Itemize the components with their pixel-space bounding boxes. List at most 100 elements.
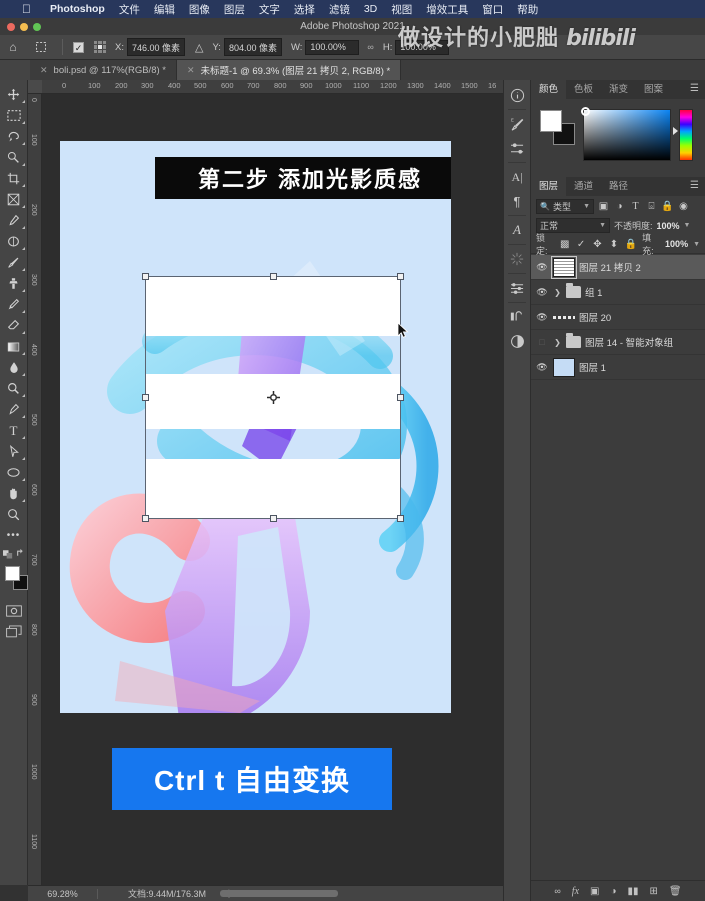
tab-boli-psd[interactable]: ✕ boli.psd @ 117%(RGB/8) *	[30, 60, 177, 80]
menu-plugins[interactable]: 增效工具	[419, 2, 475, 17]
color-field-marker[interactable]	[581, 107, 590, 116]
menu-layer[interactable]: 图层	[217, 2, 252, 17]
layer-thumbnail[interactable]	[553, 307, 575, 327]
free-transform-icon[interactable]	[26, 40, 56, 54]
x-input[interactable]: 746.00 像素	[126, 38, 186, 56]
minimize-button[interactable]	[20, 23, 28, 31]
link-layers-icon[interactable]: ∞	[554, 886, 560, 896]
frame-tool[interactable]	[0, 189, 27, 210]
transform-handle-tr[interactable]	[397, 273, 404, 280]
transform-bounding-box[interactable]	[142, 273, 404, 522]
menu-image[interactable]: 图像	[182, 2, 217, 17]
hand-tool[interactable]	[0, 483, 27, 504]
menu-photoshop[interactable]: Photoshop	[43, 3, 112, 15]
table-row[interactable]: 👁 图层 1	[531, 355, 705, 380]
eye-icon[interactable]: 👁	[535, 312, 549, 323]
link-aspect-icon[interactable]: ∞	[367, 42, 373, 52]
table-row[interactable]: 👁 图层 20	[531, 305, 705, 330]
paragraph-panel-icon[interactable]: ¶	[504, 189, 530, 213]
filter-shape-icon[interactable]: ⌻	[645, 201, 658, 212]
home-icon[interactable]: ⌂	[0, 40, 26, 54]
tab-paths[interactable]: 路径	[601, 177, 636, 196]
horizontal-scrollbar[interactable]	[220, 890, 338, 897]
reference-point-selector[interactable]	[94, 41, 106, 53]
chevron-down-icon[interactable]: ▼	[693, 241, 700, 248]
pen-tool[interactable]	[0, 399, 27, 420]
layer-filter-type-select[interactable]: 🔍 类型 ▼	[536, 198, 594, 214]
vertical-ruler[interactable]: 0 100 200 300 400 500 600 700 800 900 10…	[28, 94, 42, 885]
tab-color[interactable]: 颜色	[531, 80, 567, 99]
table-row[interactable]: 👁 ❯ 组 1	[531, 280, 705, 305]
menu-edit[interactable]: 编辑	[147, 2, 182, 17]
screen-mode-icon[interactable]	[0, 621, 27, 642]
brush-tool[interactable]	[0, 252, 27, 273]
panel-menu-icon[interactable]: ☰	[690, 181, 699, 191]
transform-handle-tl[interactable]	[142, 273, 149, 280]
adjustment-layer-icon[interactable]	[504, 329, 530, 353]
transform-handle-ml[interactable]	[142, 394, 149, 401]
glyphs-panel-icon[interactable]: A	[504, 218, 530, 242]
layer-thumbnail[interactable]	[551, 255, 577, 279]
layer-mask-icon[interactable]: ▣	[590, 886, 599, 897]
menu-3d[interactable]: 3D	[357, 3, 384, 15]
tab-patterns[interactable]: 图案	[636, 80, 671, 99]
close-icon[interactable]: ✕	[40, 65, 48, 76]
history-panel-icon[interactable]	[504, 305, 530, 329]
transform-handle-br[interactable]	[397, 515, 404, 522]
layer-name[interactable]: 图层 1	[579, 360, 606, 374]
menu-filter[interactable]: 滤镜	[322, 2, 357, 17]
menu-select[interactable]: 选择	[287, 2, 322, 17]
tab-layers[interactable]: 图层	[531, 177, 567, 196]
marquee-tool[interactable]	[0, 105, 27, 126]
info-panel-icon[interactable]	[504, 83, 530, 107]
y-input[interactable]: 804.00 像素	[223, 38, 282, 56]
layer-name[interactable]: 图层 14 - 智能对象组	[585, 335, 673, 349]
auto-select-checkbox[interactable]: ✓	[73, 41, 84, 53]
blur-tool[interactable]	[0, 357, 27, 378]
layer-name[interactable]: 图层 20	[579, 310, 611, 324]
menu-view[interactable]: 视图	[384, 2, 419, 17]
dodge-tool[interactable]	[0, 378, 27, 399]
more-tools[interactable]: •••	[0, 525, 27, 546]
lock-position-icon[interactable]: ✥	[592, 239, 603, 250]
lock-transparency-icon[interactable]: ▩	[559, 239, 570, 250]
delete-layer-icon[interactable]: 🗑	[669, 886, 682, 897]
zoom-tool[interactable]	[0, 504, 27, 525]
table-row[interactable]: □ ❯ 图层 14 - 智能对象组	[531, 330, 705, 355]
quick-selection-tool[interactable]	[0, 147, 27, 168]
artboard[interactable]: 第二步 添加光影质感	[60, 141, 451, 713]
adjustment-layer-icon[interactable]: ◑	[610, 886, 616, 897]
chevron-right-icon[interactable]: ❯	[553, 288, 562, 297]
tab-untitled-1[interactable]: ✕ 未标题-1 @ 69.3% (图层 21 拷贝 2, RGB/8) *	[176, 60, 402, 80]
adjustments-panel-icon[interactable]	[504, 276, 530, 300]
hue-slider-thumb[interactable]	[673, 127, 678, 135]
zoom-level[interactable]: 69.28%	[28, 888, 98, 899]
brush-settings-icon[interactable]	[504, 136, 530, 160]
fill-value[interactable]: 100%	[665, 239, 688, 249]
w-input[interactable]: 100.00%	[305, 39, 360, 55]
path-selection-tool[interactable]	[0, 441, 27, 462]
type-tool[interactable]: T	[0, 420, 27, 441]
canvas-area[interactable]: 第二步 添加光影质感 Ctrl t 自由变换	[42, 94, 503, 885]
clone-stamp-tool[interactable]	[0, 273, 27, 294]
eyedropper-tool[interactable]	[0, 210, 27, 231]
eye-icon[interactable]: 👁	[535, 362, 549, 373]
hue-slider[interactable]	[679, 109, 693, 161]
swap-default-colors[interactable]	[0, 546, 27, 560]
foreground-color-swatch[interactable]	[540, 110, 562, 132]
tab-gradients[interactable]: 渐变	[601, 80, 636, 99]
eye-icon[interactable]: □	[535, 337, 549, 347]
healing-brush-tool[interactable]	[0, 231, 27, 252]
eye-icon[interactable]: 👁	[535, 287, 549, 298]
menu-window[interactable]: 窗口	[475, 2, 510, 17]
filter-smart-object-icon[interactable]: 🔒	[661, 201, 674, 212]
transform-handle-mr[interactable]	[397, 394, 404, 401]
character-panel-icon[interactable]: A|	[504, 165, 530, 189]
lasso-tool[interactable]	[0, 126, 27, 147]
new-layer-icon[interactable]: ⊞	[650, 886, 658, 897]
lock-all-icon[interactable]: 🔒	[625, 239, 637, 250]
transform-handle-bc[interactable]	[269, 515, 277, 522]
close-button[interactable]	[7, 23, 15, 31]
color-field[interactable]	[583, 109, 671, 161]
filter-pixel-icon[interactable]: ▣	[597, 201, 610, 212]
